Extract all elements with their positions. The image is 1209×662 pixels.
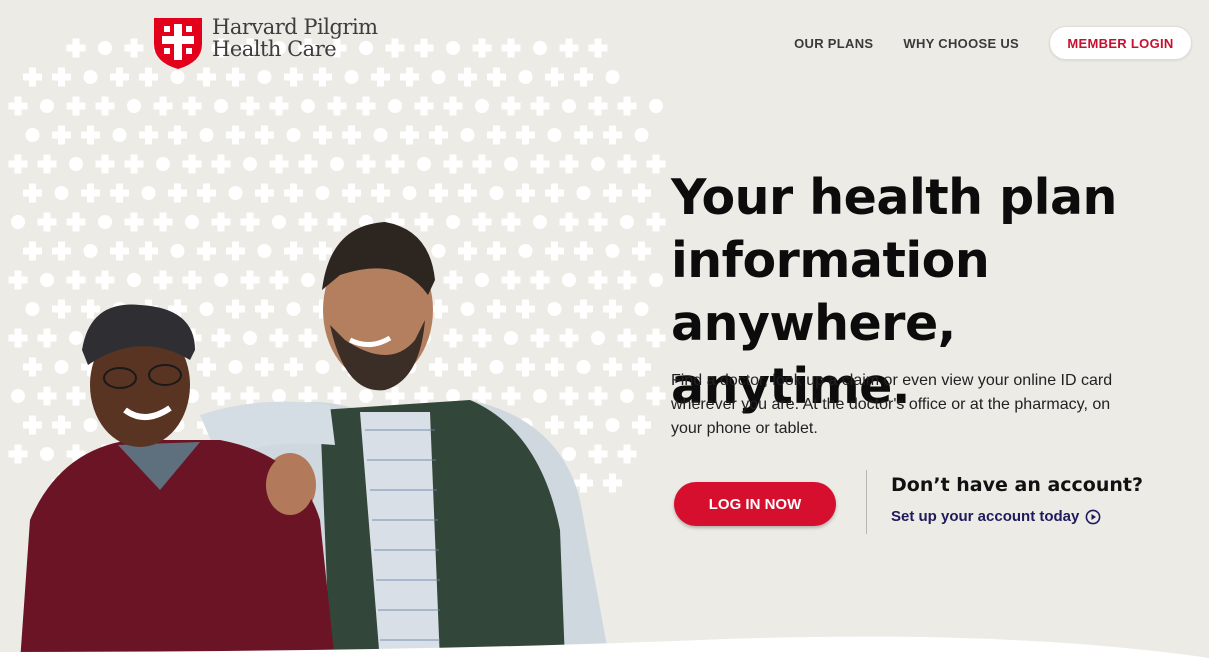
no-account-heading: Don’t have an account? bbox=[891, 474, 1144, 496]
page: Harvard Pilgrim Health Care OUR PLANS WH… bbox=[0, 0, 1209, 662]
hero-description: Find a doctor, look up a claim or even v… bbox=[671, 372, 1113, 437]
setup-account-link[interactable]: Set up your account today bbox=[891, 508, 1101, 525]
log-in-now-button[interactable]: LOG IN NOW bbox=[674, 482, 836, 526]
brand-name-line1: Harvard Pilgrim bbox=[212, 15, 378, 39]
brand-name: Harvard Pilgrim Health Care bbox=[212, 16, 378, 60]
hero-photo-two-men bbox=[20, 222, 610, 662]
play-circle-icon bbox=[1085, 509, 1101, 524]
setup-account-label: Set up your account today bbox=[891, 508, 1080, 525]
nav-why-choose-us[interactable]: WHY CHOOSE US bbox=[903, 36, 1019, 51]
member-login-button[interactable]: MEMBER LOGIN bbox=[1049, 26, 1192, 60]
bottom-wave bbox=[0, 636, 1209, 662]
brand-name-line2: Health Care bbox=[212, 37, 337, 61]
divider bbox=[866, 470, 867, 534]
top-nav: OUR PLANS WHY CHOOSE US MEMBER LOGIN bbox=[794, 26, 1192, 60]
nav-our-plans[interactable]: OUR PLANS bbox=[794, 36, 873, 51]
harvard-pilgrim-shield-icon bbox=[154, 18, 202, 69]
brand-logo[interactable]: Harvard Pilgrim Health Care bbox=[152, 16, 378, 70]
